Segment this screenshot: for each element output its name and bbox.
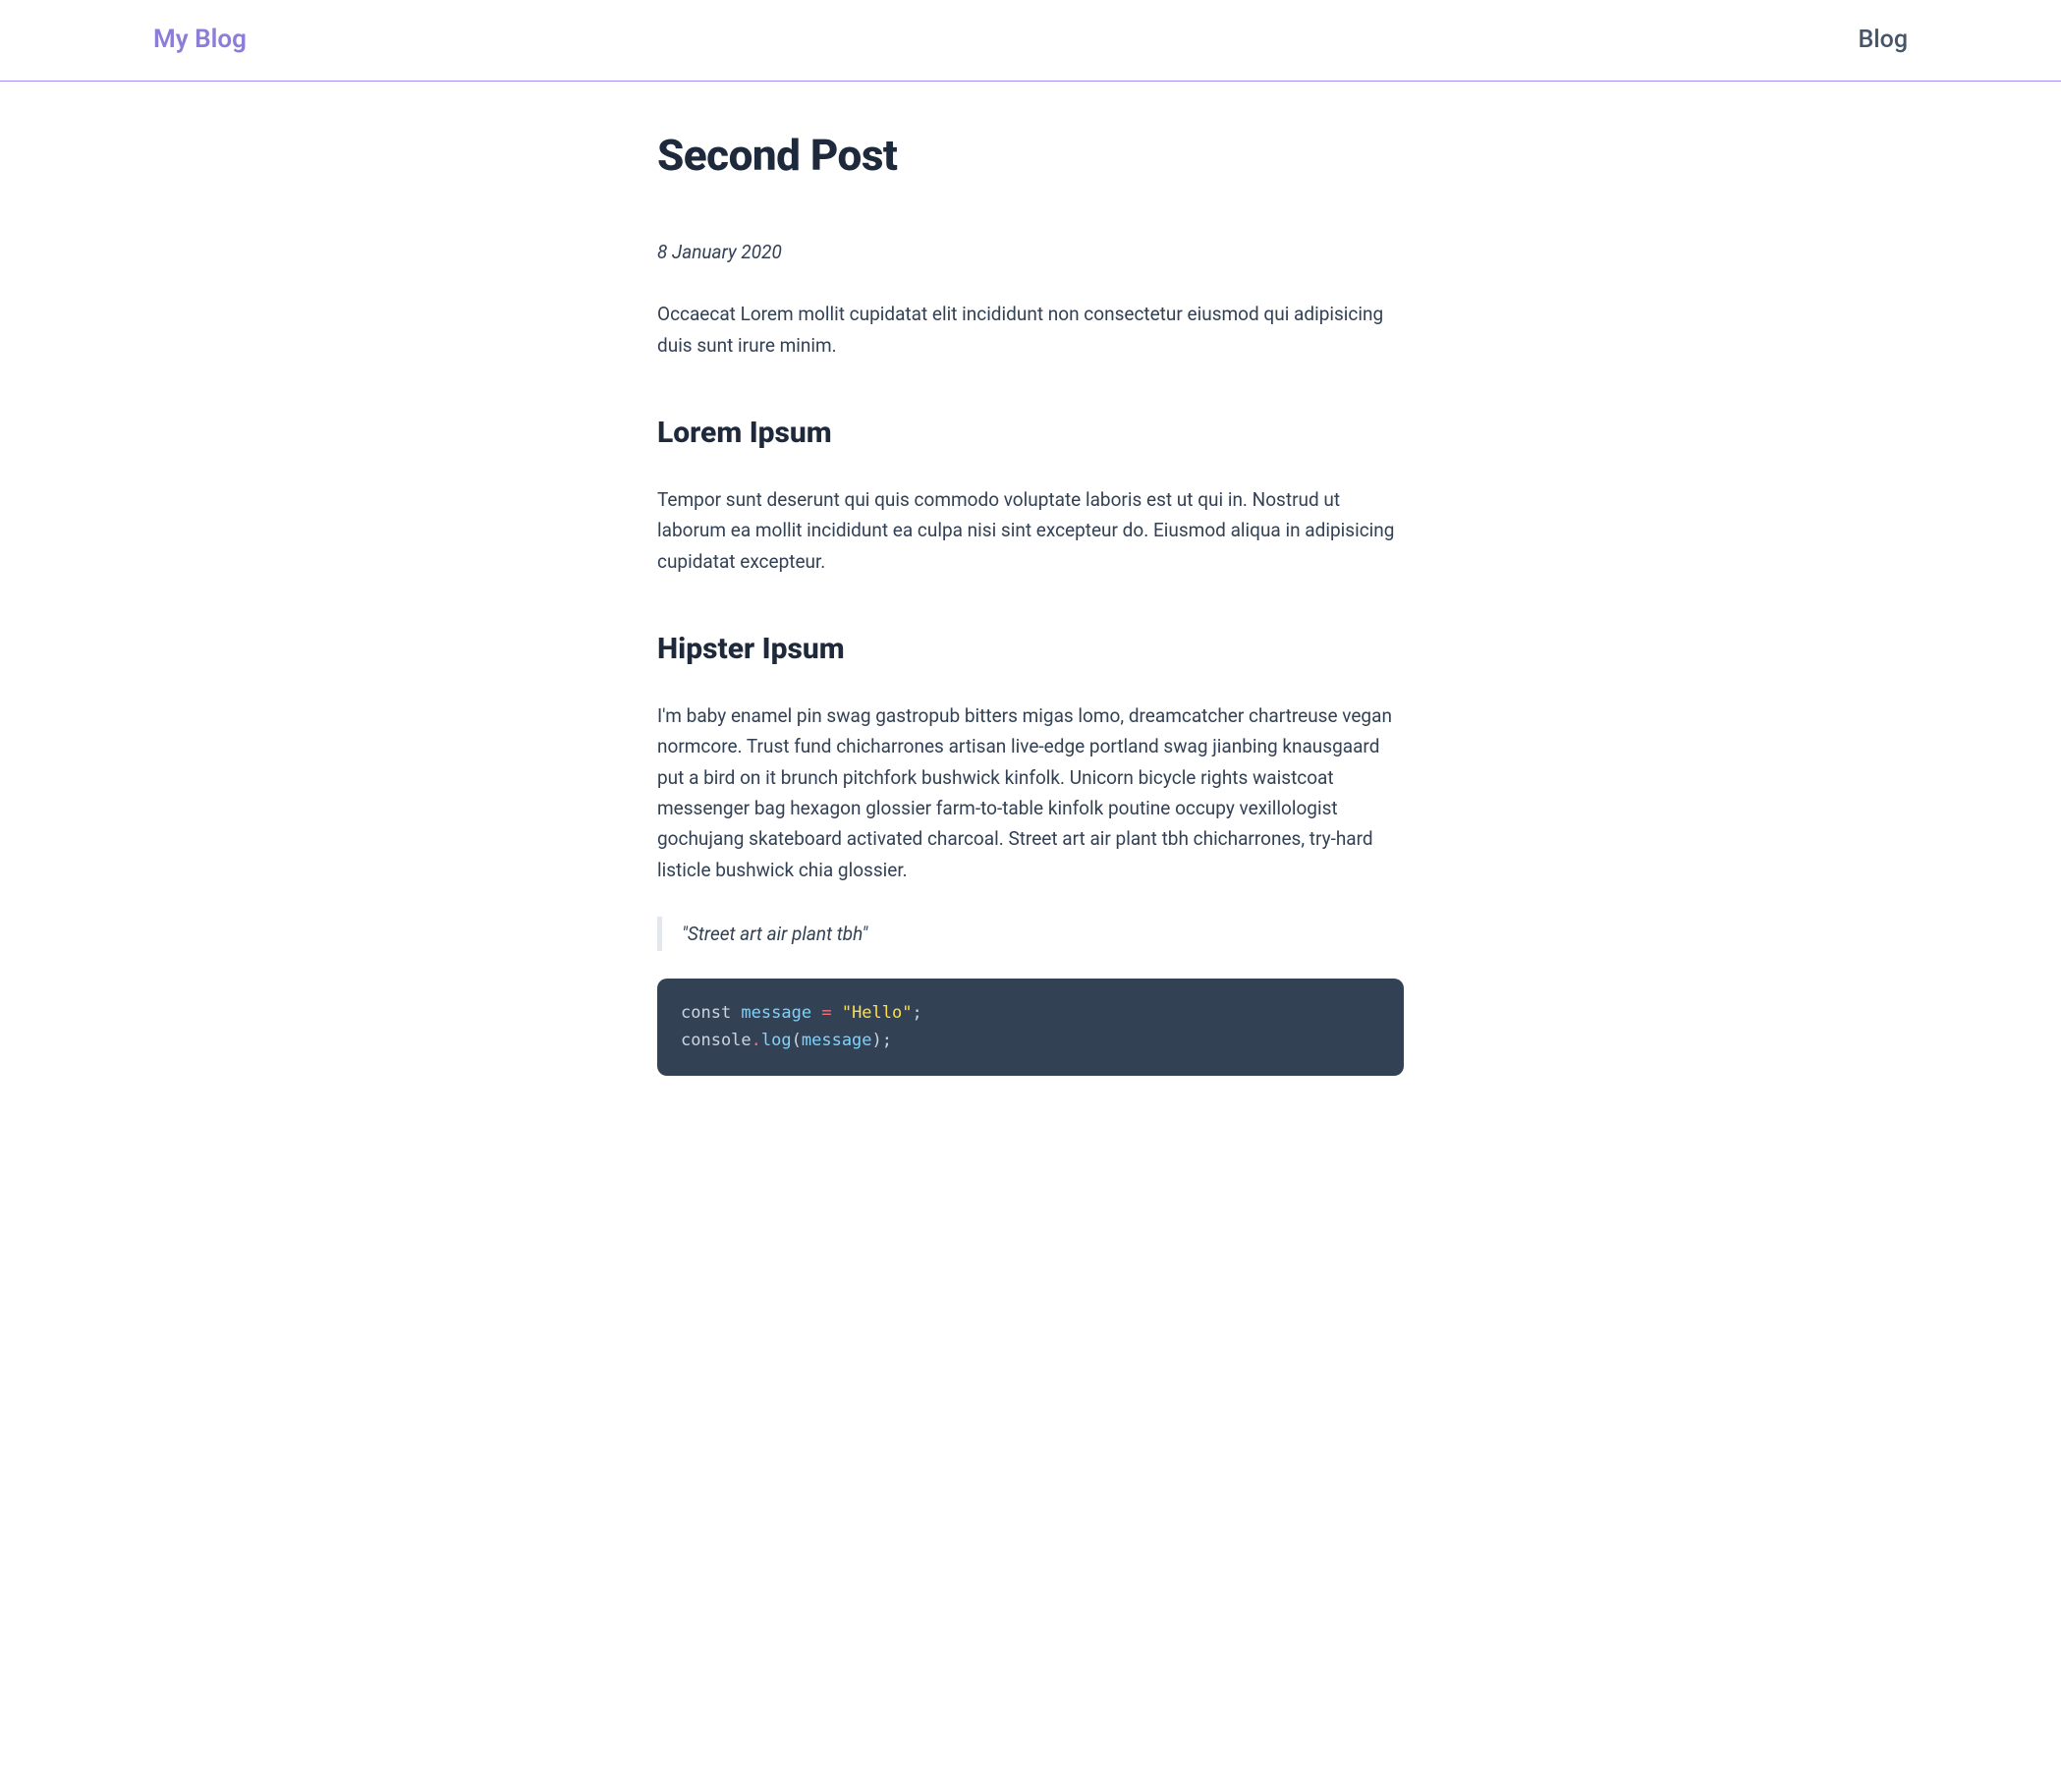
section-body: Tempor sunt deserunt qui quis commodo vo… <box>657 484 1404 577</box>
post-date: 8 January 2020 <box>657 237 1404 267</box>
blockquote-text: "Street art air plant tbh" <box>682 919 1404 949</box>
section-heading: Lorem Ipsum <box>657 410 1404 457</box>
nav-blog-link[interactable]: Blog <box>1858 21 1908 60</box>
post-title: Second Post <box>657 121 1404 190</box>
post-intro: Occaecat Lorem mollit cupidatat elit inc… <box>657 299 1404 361</box>
post-content: Second Post 8 January 2020 Occaecat Lore… <box>657 82 1404 1166</box>
site-header: My Blog Blog <box>0 0 2061 82</box>
blockquote: "Street art air plant tbh" <box>657 917 1404 951</box>
site-title-link[interactable]: My Blog <box>153 20 247 61</box>
section-body: I'm baby enamel pin swag gastropub bitte… <box>657 700 1404 885</box>
code-block: const message = "Hello"; console.log(mes… <box>657 979 1404 1075</box>
section-heading: Hipster Ipsum <box>657 626 1404 673</box>
code-content: const message = "Hello"; console.log(mes… <box>681 1003 922 1049</box>
